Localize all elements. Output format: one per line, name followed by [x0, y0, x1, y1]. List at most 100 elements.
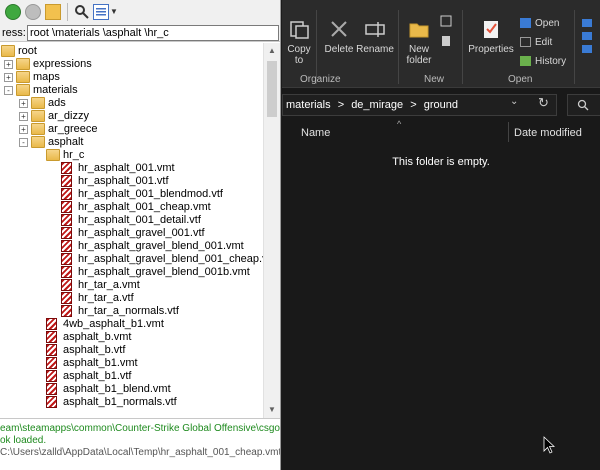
tree-folder-item[interactable]: root [0, 45, 264, 58]
file-icon [61, 253, 72, 265]
tree-item-label: hr_asphalt_gravel_blend_001.vmt [78, 240, 244, 252]
tree-item-label: asphalt_b1.vmt [63, 357, 138, 369]
search-icon[interactable] [74, 4, 90, 20]
tree-file-item[interactable]: asphalt_b1.vtf [0, 370, 264, 383]
tree-file-item[interactable]: asphalt_b1.vmt [0, 357, 264, 370]
tree-item-label: maps [33, 71, 60, 83]
new-folder-icon [409, 23, 429, 38]
view-dropdown-icon[interactable]: ▼ [110, 4, 126, 20]
file-icon [46, 383, 57, 395]
copy-to-label: Copy to [287, 44, 311, 66]
scroll-down-icon[interactable]: ▼ [264, 402, 280, 418]
tree-folder-item[interactable]: + ads [0, 97, 264, 110]
column-date-modified[interactable]: Date modified [514, 127, 582, 139]
breadcrumb-separator[interactable]: > [410, 99, 416, 111]
easy-access-icon[interactable] [438, 34, 454, 51]
tree-item-label: asphalt_b1.vtf [63, 370, 132, 382]
breadcrumb-separator[interactable]: > [338, 99, 344, 111]
tree-file-item[interactable]: hr_asphalt_gravel_blend_001_cheap.vmt [0, 253, 264, 266]
file-icon [46, 396, 57, 408]
empty-folder-message: This folder is empty. [392, 156, 490, 168]
tree-file-item[interactable]: hr_asphalt_gravel_blend_001b.vmt [0, 266, 264, 279]
tree-item-label: asphalt_b.vtf [63, 344, 126, 356]
breadcrumb-item[interactable]: materials [286, 99, 331, 111]
properties-button[interactable]: Properties [468, 18, 514, 55]
file-icon [61, 279, 72, 291]
tree-file-item[interactable]: hr_asphalt_001.vmt [0, 162, 264, 175]
log-panel: eam\steamapps\common\Counter-Strike Glob… [0, 418, 281, 470]
scroll-up-icon[interactable]: ▲ [264, 43, 280, 59]
search-box[interactable] [567, 94, 600, 116]
folder-icon [31, 97, 45, 109]
tree-file-item[interactable]: hr_asphalt_gravel_001.vtf [0, 227, 264, 240]
scroll-thumb[interactable] [267, 61, 277, 117]
collapse-icon[interactable]: - [19, 138, 28, 147]
tree-item-label: hr_c [63, 149, 85, 161]
file-tree: root + expressions + maps - materials + ads + ar_d… [0, 43, 264, 418]
rename-button[interactable]: Rename [356, 18, 394, 55]
column-name[interactable]: Name [301, 127, 330, 139]
file-icon [61, 188, 72, 200]
tree-file-item[interactable]: hr_asphalt_001.vtf [0, 175, 264, 188]
log-line: C:\Users\zalld\AppData\Local\Temp\hr_asp… [0, 447, 281, 458]
delete-button[interactable]: Delete [322, 18, 356, 55]
select-all-icon[interactable] [580, 18, 594, 57]
file-icon [61, 201, 72, 213]
tree-item-label: hr_asphalt_001.vtf [78, 175, 169, 187]
tree-item-label: expressions [33, 58, 92, 70]
toolbar-separator [67, 3, 68, 21]
tree-file-item[interactable]: asphalt_b1_normals.vtf [0, 396, 264, 409]
tree-folder-item[interactable]: hr_c [0, 149, 264, 162]
expand-icon[interactable]: + [4, 73, 13, 82]
up-folder-icon[interactable] [45, 4, 61, 20]
back-icon[interactable] [5, 4, 21, 20]
collapse-icon[interactable]: - [4, 86, 13, 95]
forward-icon[interactable] [25, 4, 41, 20]
tree-file-item[interactable]: hr_tar_a.vtf [0, 292, 264, 305]
folder-icon [46, 149, 60, 161]
breadcrumb-item[interactable]: de_mirage [351, 99, 403, 111]
history-button[interactable]: History [520, 56, 566, 67]
tree-file-item[interactable]: 4wb_asphalt_b1.vmt [0, 318, 264, 331]
tree-file-item[interactable]: hr_tar_a_normals.vtf [0, 305, 264, 318]
expand-icon[interactable]: + [19, 112, 28, 121]
new-folder-button[interactable]: New folder [404, 18, 434, 66]
ribbon-separator [462, 10, 463, 84]
expand-icon[interactable]: + [19, 99, 28, 108]
open-group-label: Open [508, 74, 533, 85]
new-item-icon[interactable] [438, 14, 454, 31]
file-icon [61, 227, 72, 239]
tree-file-item[interactable]: hr_asphalt_gravel_blend_001.vmt [0, 240, 264, 253]
file-icon [61, 292, 72, 304]
breadcrumb-item[interactable]: ground [424, 99, 458, 111]
tree-folder-item[interactable]: - asphalt [0, 136, 264, 149]
tree-folder-item[interactable]: + ar_greece [0, 123, 264, 136]
edit-button[interactable]: Edit [520, 37, 552, 48]
ribbon-separator [398, 10, 399, 84]
expand-icon[interactable]: + [4, 60, 13, 69]
tree-file-item[interactable]: asphalt_b.vtf [0, 344, 264, 357]
tree-folder-item[interactable]: + maps [0, 71, 264, 84]
tree-file-item[interactable]: hr_asphalt_001_blendmod.vtf [0, 188, 264, 201]
tree-scrollbar[interactable]: ▲ ▼ [263, 43, 280, 418]
folder-icon [31, 136, 45, 148]
view-mode-icon[interactable] [93, 4, 109, 20]
tree-file-item[interactable]: asphalt_b1_blend.vmt [0, 383, 264, 396]
tree-file-item[interactable]: hr_tar_a.vmt [0, 279, 264, 292]
open-button[interactable]: Open [520, 18, 559, 29]
tree-item-label: hr_tar_a_normals.vtf [78, 305, 179, 317]
address-field[interactable]: root \materials \asphalt \hr_c [27, 25, 279, 41]
expand-icon[interactable]: + [19, 125, 28, 134]
copy-to-button[interactable]: Copy to [284, 18, 314, 66]
tree-folder-item[interactable]: + ar_dizzy [0, 110, 264, 123]
tree-file-item[interactable]: hr_asphalt_001_cheap.vmt [0, 201, 264, 214]
tree-file-item[interactable]: hr_asphalt_001_detail.vtf [0, 214, 264, 227]
column-divider[interactable] [508, 122, 509, 142]
file-icon [61, 305, 72, 317]
tree-folder-item[interactable]: + expressions [0, 58, 264, 71]
folder-icon [16, 58, 30, 70]
tree-folder-item[interactable]: - materials [0, 84, 264, 97]
tree-file-item[interactable]: asphalt_b.vmt [0, 331, 264, 344]
history-dropdown-icon[interactable]: ⌄ [510, 96, 518, 107]
refresh-icon[interactable]: ↻ [538, 95, 549, 111]
